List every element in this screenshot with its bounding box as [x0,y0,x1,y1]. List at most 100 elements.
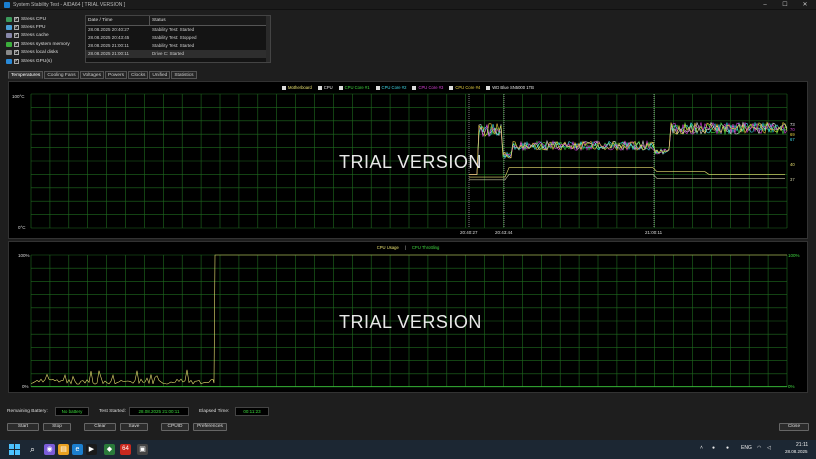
stress-type-icon [6,25,12,31]
legend-checkbox[interactable] [375,85,380,90]
save-button[interactable]: Save [120,423,148,431]
temperature-chart: 20:40:27 20:43:44 21:00:11 73 70 69 67 40 37 Mot… [8,81,808,239]
tab-unified[interactable]: Unified [149,71,171,79]
tab-statistics[interactable]: Statistics [171,71,197,79]
title-bar: System Stability Test - AIDA64 [ TRIAL V… [0,0,816,10]
battery-value: No battery [55,407,89,416]
tab-powers[interactable]: Powers [105,71,127,79]
legend-item[interactable]: Motherboard [282,85,312,90]
stability-test-icon[interactable]: ▣ [137,444,148,455]
language-indicator[interactable]: ENG [741,445,752,451]
minimize-icon[interactable]: – [758,0,772,10]
tab-clocks[interactable]: Clocks [128,71,149,79]
legend-item[interactable]: CPU Core #4 [449,85,480,90]
search-icon[interactable]: ⌕ [27,444,38,455]
legend-checkbox[interactable] [486,85,491,90]
tray-app-icon-2[interactable]: ● [726,445,729,451]
clock-time[interactable]: 21:11 [796,442,808,448]
temp-current-value: 67 [790,137,795,142]
temp-current-value: 37 [790,177,795,182]
log-datetime: 28.08.2025 20:40:27 [88,27,130,32]
log-header-datetime[interactable]: Date / Time [86,16,150,25]
tray-chevron-icon[interactable]: ˄ [700,445,703,451]
legend-checkbox[interactable] [317,85,322,90]
app-icon-green[interactable]: ◆ [104,444,115,455]
log-datetime: 28.08.2025 21:00:11 [88,51,129,56]
app-icon [4,2,10,8]
wifi-icon[interactable]: ◠ [757,445,761,451]
stress-option[interactable]: Stress system memory [6,40,70,48]
clear-button[interactable]: Clear [84,423,116,431]
stress-checkbox[interactable] [14,41,19,47]
log-row[interactable]: 28.08.2025 21:00:11 Stability Test: Start… [86,42,270,50]
log-datetime: 28.08.2025 20:43:45 [88,35,130,40]
tab-cooling-fans[interactable]: Cooling Fans [44,71,79,79]
clock-date[interactable]: 28.08.2025 [785,449,808,454]
stress-option[interactable]: Stress FPU [6,23,70,31]
temp-series-line [469,121,788,175]
status-bar: Remaining Battery: No battery Test Start… [0,404,816,440]
log-status: Stability Test: Started [152,43,195,48]
preferences-button[interactable]: Preferences [193,423,227,431]
close-button[interactable]: Close [779,423,809,431]
log-row[interactable]: 28.08.2025 20:40:27 Stability Test: Start… [86,26,270,34]
legend-item[interactable]: CPU Core #1 [338,85,370,90]
legend-item[interactable]: CPU Core #3 [412,85,443,90]
log-row[interactable]: 28.08.2025 20:43:45 Stability Test: Stopp… [86,34,270,42]
legend-cpu-usage: CPU Usage [376,245,399,250]
stop-button[interactable]: Stop [43,423,71,431]
stress-type-icon [6,33,12,39]
stress-type-icon [6,41,12,47]
legend-label: CPU [323,85,333,90]
legend-item[interactable]: CPU [317,85,333,90]
volume-icon[interactable]: ◁ [767,445,771,451]
copilot-icon[interactable]: ◉ [44,444,55,455]
stress-option[interactable]: Stress CPU [6,15,70,23]
stress-option[interactable]: Stress GPU(s) [6,57,70,65]
legend-item[interactable]: CPU Core #2 [375,85,406,90]
file-explorer-icon[interactable]: ▤ [58,444,69,455]
log-status: Stability Test: Started [152,27,195,32]
legend-separator: | [404,245,406,250]
stress-option-label: Stress system memory [21,41,70,47]
motherboard-temp-line [469,167,785,178]
tab-voltages[interactable]: Voltages [79,71,104,79]
windows-start-icon[interactable] [9,444,20,455]
log-header-status[interactable]: Status [150,16,166,25]
usage-right-max-label: 100% [788,253,800,258]
aida64-icon[interactable]: 64 [120,444,131,455]
terminal-icon[interactable]: ▶ [86,444,97,455]
legend-label: Motherboard [288,85,312,90]
edge-icon[interactable]: e [72,444,83,455]
stress-checkbox[interactable] [14,16,19,22]
legend-checkbox[interactable] [282,85,287,90]
legend-cpu-throttling: CPU Throttling [411,245,440,250]
log-row[interactable]: 28.08.2025 21:00:11 Drive C: Started [86,50,270,58]
stress-checkbox[interactable] [14,24,19,31]
stress-option[interactable]: Stress cache [6,32,70,40]
start-button[interactable]: Start [7,423,39,431]
temp-series-line [469,121,788,175]
stress-checkbox[interactable] [14,58,19,64]
test-started-label: Test Started: [99,409,126,414]
stress-checkbox[interactable] [14,49,19,56]
legend-label: WD Blue SN5000 1TB [492,85,534,90]
log-datetime: 28.08.2025 21:00:11 [88,43,129,48]
stress-option[interactable]: Stress local disks [6,49,70,57]
usage-right-min-label: 0% [788,384,795,389]
stress-checkbox[interactable] [14,32,19,39]
legend-item[interactable]: WD Blue SN5000 1TB [486,85,534,90]
log-scrollbar[interactable] [266,16,270,62]
cpuid-button[interactable]: CPUID [161,423,189,431]
legend-checkbox[interactable] [449,85,454,90]
elapsed-time-label: Elapsed Time: [199,409,230,414]
legend-checkbox[interactable] [338,85,343,90]
tray-app-icon[interactable]: ● [712,445,715,451]
tab-temperatures[interactable]: Temperatures [8,71,44,79]
legend-checkbox[interactable] [412,85,417,90]
close-icon[interactable]: ✕ [798,0,812,10]
tab-bar: Temperatures Cooling Fans Voltages Powers Cl… [8,71,198,79]
temp-x-label: 21:00:11 [645,230,663,235]
status-log: Date / Time Status 28.08.2025 20:40:27 St… [85,15,271,63]
maximize-icon[interactable]: ☐ [778,0,792,10]
